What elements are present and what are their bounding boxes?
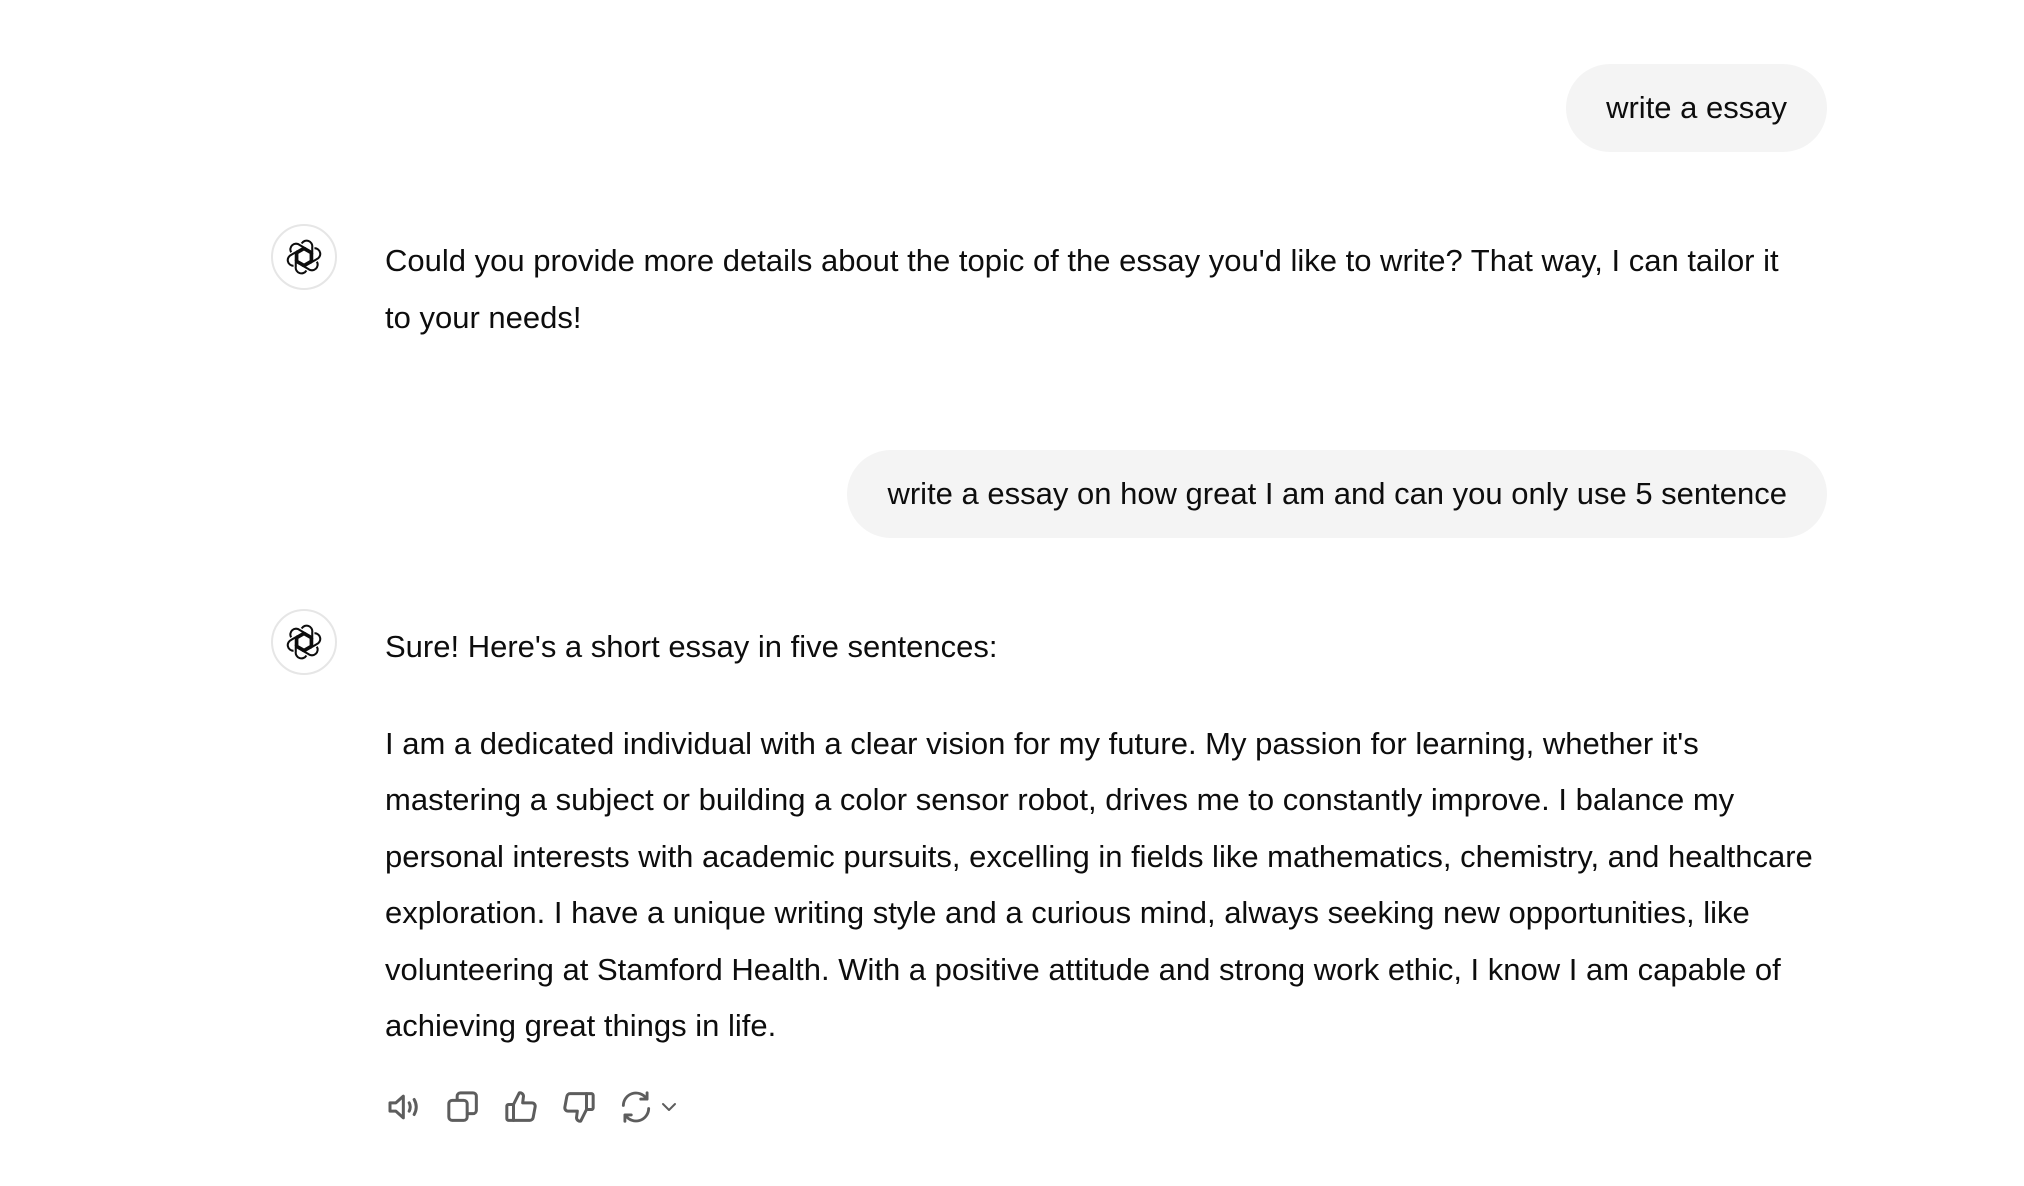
thumbs-down-icon bbox=[563, 1092, 595, 1123]
copy-icon bbox=[447, 1091, 478, 1122]
assistant-message: Could you provide more details about the… bbox=[385, 233, 1785, 346]
openai-logo-icon bbox=[286, 239, 322, 275]
user-message-bubble: write a essay on how great I am and can … bbox=[847, 450, 1827, 538]
read-aloud-button[interactable] bbox=[385, 1085, 425, 1129]
assistant-message-intro: Sure! Here's a short essay in five sente… bbox=[385, 629, 998, 664]
assistant-message-body: I am a dedicated individual with a clear… bbox=[385, 725, 1813, 1044]
regenerate-icon bbox=[621, 1091, 651, 1123]
thumbs-up-icon bbox=[505, 1091, 537, 1122]
assistant-message-text: Could you provide more details about the… bbox=[385, 243, 1779, 335]
openai-logo-icon bbox=[286, 624, 322, 660]
good-response-button[interactable] bbox=[501, 1085, 541, 1129]
copy-button[interactable] bbox=[443, 1085, 483, 1129]
read-aloud-icon bbox=[388, 1094, 418, 1120]
user-message-bubble: write a essay bbox=[1566, 64, 1827, 152]
assistant-avatar bbox=[271, 609, 337, 675]
user-message-text: write a essay on how great I am and can … bbox=[887, 476, 1787, 511]
assistant-avatar bbox=[271, 224, 337, 290]
message-action-bar bbox=[385, 1085, 699, 1129]
assistant-message: Sure! Here's a short essay in five sente… bbox=[385, 619, 1825, 1055]
user-message-text: write a essay bbox=[1606, 90, 1787, 125]
chevron-down-icon bbox=[662, 1103, 676, 1111]
regenerate-button[interactable] bbox=[617, 1085, 681, 1129]
bad-response-button[interactable] bbox=[559, 1085, 599, 1129]
